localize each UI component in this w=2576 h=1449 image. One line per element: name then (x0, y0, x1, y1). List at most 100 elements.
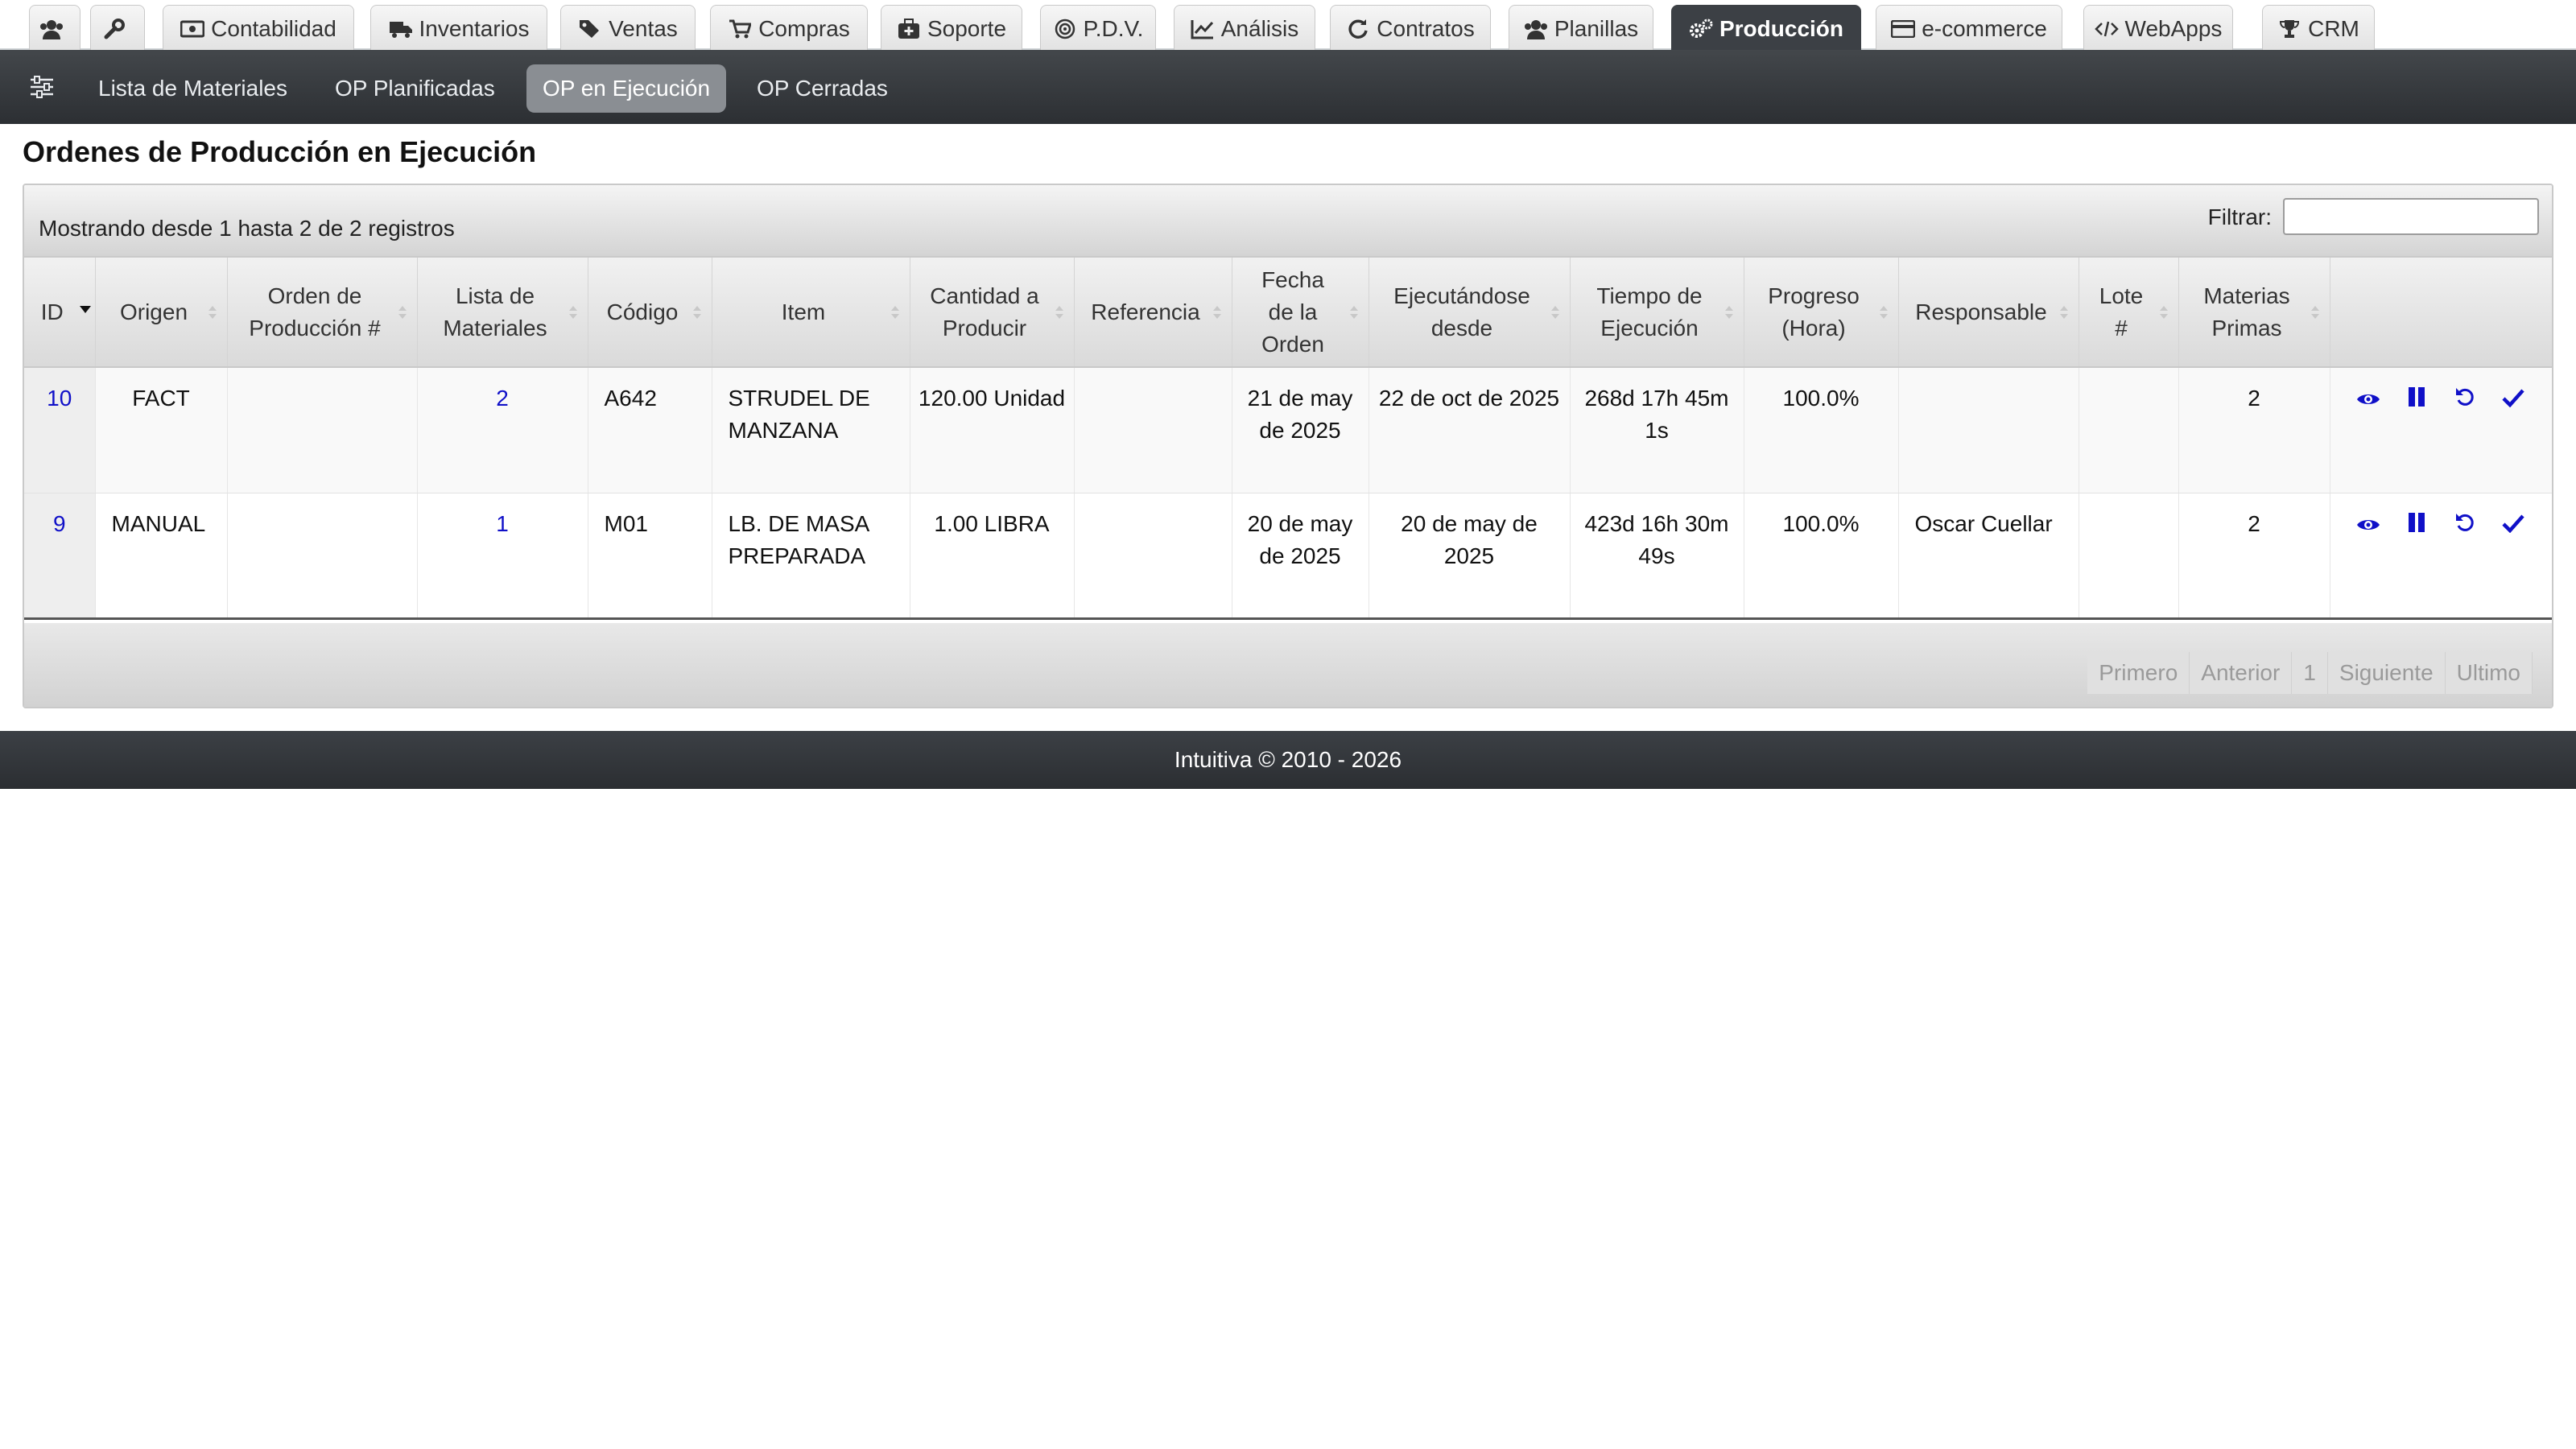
tab-produccion[interactable]: Producción (1671, 5, 1861, 52)
credit-card-icon (1891, 17, 1916, 41)
tab-inventarios[interactable]: Inventarios (370, 5, 547, 52)
tab-webapps[interactable]: WebApps (2083, 5, 2233, 52)
pager-page-1[interactable]: 1 (2292, 652, 2328, 694)
cell-lista: 1 (417, 493, 588, 620)
column-header-origen[interactable]: Origen (95, 258, 228, 368)
column-header-label: Responsable (1915, 299, 2047, 324)
sort-both-icon (568, 305, 577, 319)
column-header-label: Fecha de la Orden (1261, 266, 1324, 357)
tab-settings[interactable] (90, 5, 145, 52)
tab-contabilidad[interactable]: Contabilidad (163, 5, 354, 52)
column-header-label: Ejecutándose desde (1393, 283, 1530, 341)
refresh-icon (1346, 17, 1370, 41)
cell-materias: 2 (2178, 493, 2330, 620)
sort-both-icon (692, 305, 701, 319)
column-header-codigo[interactable]: Código (588, 258, 712, 368)
column-header-label: ID (40, 299, 64, 324)
tab-contratos[interactable]: Contratos (1330, 5, 1491, 52)
pause-button[interactable] (2404, 512, 2429, 539)
column-header-lote[interactable]: Lote # (2079, 258, 2179, 368)
cell-desde: 22 de oct de 2025 (1368, 367, 1571, 493)
filter-input[interactable] (2283, 198, 2539, 235)
tab-crm[interactable]: CRM (2262, 5, 2375, 52)
cell-orden (227, 493, 418, 620)
sort-both-icon (2310, 305, 2319, 319)
column-header-label: Referencia (1091, 299, 1200, 324)
row-actions (2339, 382, 2544, 413)
column-header-label: Código (606, 299, 679, 324)
column-header-item[interactable]: Item (712, 258, 910, 368)
target-icon (1053, 17, 1077, 41)
bom-link[interactable]: 1 (496, 511, 509, 536)
pager-previous[interactable]: Anterior (2190, 652, 2293, 694)
cell-desde: 20 de may de 2025 (1368, 493, 1571, 620)
check-icon (2502, 384, 2524, 416)
sort-both-icon (208, 305, 217, 319)
tab-planillas[interactable]: Planillas (1509, 5, 1653, 52)
pause-button[interactable] (2404, 387, 2429, 413)
order-id-link[interactable]: 9 (53, 511, 66, 536)
subnav-op-en-ejecucion[interactable]: OP en Ejecución (526, 64, 727, 113)
orders-table-panel: Mostrando desde 1 hasta 2 de 2 registros… (23, 184, 2553, 708)
sort-both-icon (2059, 305, 2068, 319)
cell-lote (2079, 493, 2179, 620)
module-tabbar: Contabilidad Inventarios Ventas Compras … (0, 0, 2576, 52)
column-header-lista[interactable]: Lista de Materiales (417, 258, 588, 368)
cell-progreso: 100.0% (1744, 367, 1899, 493)
sliders-icon[interactable] (27, 72, 56, 101)
pager-next[interactable]: Siguiente (2327, 652, 2446, 694)
cell-cantidad: 120.00 Unidad (910, 367, 1075, 493)
view-button[interactable] (2355, 513, 2381, 539)
cell-lista: 2 (417, 367, 588, 493)
column-header-fecha[interactable]: Fecha de la Orden (1232, 258, 1369, 368)
truck-icon (389, 17, 413, 41)
revert-button[interactable] (2452, 513, 2478, 539)
revert-button[interactable] (2452, 387, 2478, 413)
gears-icon (1689, 17, 1713, 41)
cell-codigo: M01 (588, 493, 712, 620)
bom-link[interactable]: 2 (496, 386, 509, 411)
column-header-acciones (2330, 258, 2552, 368)
tags-icon (578, 17, 602, 41)
page-title: Ordenes de Producción en Ejecución (23, 135, 537, 168)
pager-first[interactable]: Primero (2087, 652, 2190, 694)
column-header-progreso[interactable]: Progreso (Hora) (1744, 258, 1899, 368)
sort-both-icon (1724, 305, 1733, 319)
tab-users[interactable] (29, 5, 80, 52)
cell-responsable: Oscar Cuellar (1898, 493, 2079, 620)
close-order-button[interactable] (2500, 387, 2526, 413)
sort-both-icon (1879, 305, 1888, 319)
column-header-label: Progreso (Hora) (1768, 283, 1860, 341)
undo-icon (2454, 510, 2475, 542)
cell-materias: 2 (2178, 367, 2330, 493)
column-header-id[interactable]: ID (24, 258, 96, 368)
tab-label: WebApps (2124, 15, 2223, 41)
tab-label: Soporte (927, 15, 1007, 41)
close-order-button[interactable] (2500, 513, 2526, 539)
column-header-desde[interactable]: Ejecutándose desde (1368, 258, 1571, 368)
table-row: 9 MANUAL 1 M01 LB. DE MASA PREPARADA 1.00 LIB… (24, 493, 2552, 620)
tab-soporte[interactable]: Soporte (881, 5, 1022, 52)
tab-pdv[interactable]: P.D.V. (1040, 5, 1156, 52)
column-header-orden[interactable]: Orden de Producción # (227, 258, 418, 368)
subnav-op-planificadas[interactable]: OP Planificadas (319, 64, 511, 113)
cell-referencia (1074, 493, 1232, 620)
view-button[interactable] (2355, 387, 2381, 413)
column-header-materias[interactable]: Materias Primas (2178, 258, 2330, 368)
column-header-responsable[interactable]: Responsable (1898, 258, 2079, 368)
column-header-cantidad[interactable]: Cantidad a Producir (910, 258, 1075, 368)
subnav-op-cerradas[interactable]: OP Cerradas (741, 64, 904, 113)
order-id-link[interactable]: 10 (47, 386, 72, 411)
tab-ventas[interactable]: Ventas (560, 5, 696, 52)
tab-analisis[interactable]: Análisis (1174, 5, 1315, 52)
pager-last[interactable]: Ultimo (2445, 652, 2533, 694)
column-header-tiempo[interactable]: Tiempo de Ejecución (1570, 258, 1744, 368)
subnav-lista-materiales[interactable]: Lista de Materiales (82, 64, 303, 113)
sort-both-icon (1349, 305, 1358, 319)
cell-origen: MANUAL (95, 493, 228, 620)
tab-ecommerce[interactable]: e-commerce (1876, 5, 2062, 52)
cell-tiempo: 268d 17h 45m 1s (1570, 367, 1744, 493)
column-header-referencia[interactable]: Referencia (1074, 258, 1232, 368)
tab-compras[interactable]: Compras (710, 5, 868, 52)
cell-id: 10 (24, 367, 96, 493)
